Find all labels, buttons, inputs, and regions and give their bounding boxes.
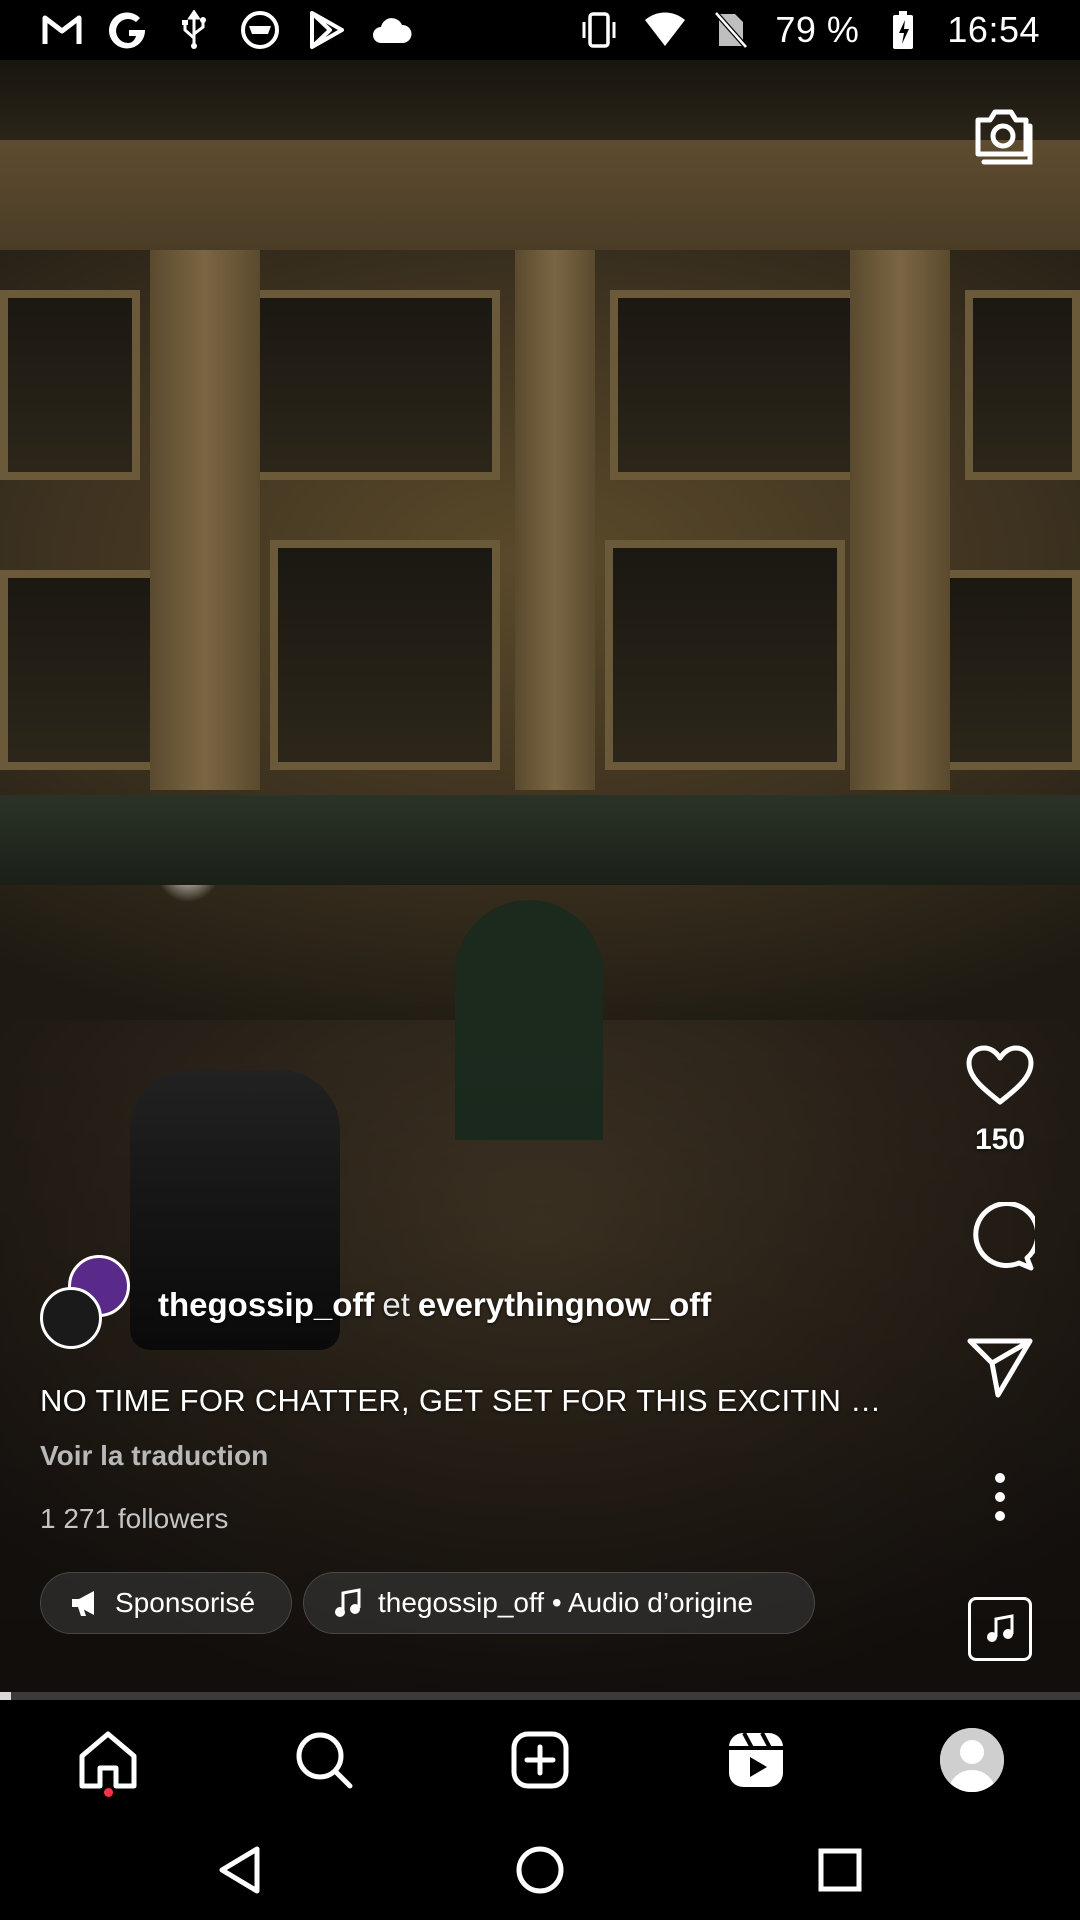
nav-profile[interactable] bbox=[927, 1715, 1017, 1805]
cloud-icon bbox=[370, 8, 414, 52]
video-progress-fill bbox=[0, 1692, 11, 1700]
nav-reels[interactable] bbox=[711, 1715, 801, 1805]
no-sim-icon bbox=[709, 8, 753, 52]
send-icon bbox=[967, 1338, 1033, 1398]
wifi-icon bbox=[643, 8, 687, 52]
like-button[interactable] bbox=[960, 1035, 1040, 1115]
bottom-nav bbox=[0, 1700, 1080, 1820]
camera-button[interactable] bbox=[968, 100, 1038, 170]
megaphone-icon bbox=[69, 1587, 101, 1619]
gmail-icon bbox=[40, 8, 84, 52]
battery-percent: 79 % bbox=[775, 9, 860, 50]
audio-label: thegossip_off • Audio d’origine bbox=[378, 1587, 754, 1618]
home-icon bbox=[79, 1731, 137, 1789]
avatar bbox=[40, 1287, 102, 1349]
nav-search[interactable] bbox=[279, 1715, 369, 1805]
system-back-button[interactable] bbox=[210, 1840, 270, 1900]
camera-icon bbox=[975, 109, 1033, 165]
usb-icon bbox=[172, 8, 216, 52]
reel-caption[interactable]: NO TIME FOR CHATTER, GET SET FOR THIS EX… bbox=[40, 1383, 940, 1419]
comment-button[interactable] bbox=[960, 1197, 1040, 1277]
author-primary-link[interactable]: thegossip_off bbox=[158, 1286, 374, 1323]
reels-icon bbox=[729, 1732, 783, 1787]
battery-charging-icon bbox=[881, 8, 925, 52]
reel-actions: 150 bbox=[950, 1035, 1050, 1661]
author-avatars[interactable] bbox=[40, 1255, 140, 1355]
comment-icon bbox=[973, 1202, 1035, 1271]
sponsored-pill[interactable]: Sponsorisé bbox=[40, 1572, 292, 1634]
nav-home[interactable] bbox=[63, 1715, 153, 1805]
more-vertical-icon bbox=[995, 1473, 1005, 1521]
share-button[interactable] bbox=[960, 1327, 1040, 1407]
search-icon bbox=[296, 1732, 353, 1789]
system-nav bbox=[0, 1820, 1080, 1920]
more-options-button[interactable] bbox=[960, 1457, 1040, 1537]
system-recents-button[interactable] bbox=[810, 1840, 870, 1900]
profile-avatar bbox=[940, 1728, 1004, 1792]
video-progress-bar[interactable] bbox=[0, 1692, 1080, 1700]
status-bar: 79 % 16:54 bbox=[0, 0, 1080, 60]
audio-pill[interactable]: thegossip_off • Audio d’origine bbox=[303, 1572, 815, 1634]
home-circle-icon bbox=[516, 1846, 564, 1894]
music-note-icon bbox=[987, 1614, 1014, 1642]
author-secondary-link[interactable]: everythingnow_off bbox=[418, 1286, 711, 1323]
music-note-icon bbox=[332, 1587, 364, 1619]
translate-link[interactable]: Voir la traduction bbox=[40, 1440, 268, 1472]
nav-create[interactable] bbox=[495, 1715, 585, 1805]
heart-icon bbox=[966, 1045, 1034, 1105]
author-names: thegossip_off et everythingnow_off bbox=[158, 1286, 711, 1324]
author-row[interactable]: thegossip_off et everythingnow_off bbox=[40, 1255, 711, 1355]
audio-thumbnail-button[interactable] bbox=[968, 1597, 1032, 1661]
vpn-icon bbox=[238, 8, 282, 52]
play-store-icon bbox=[304, 8, 348, 52]
notification-dot bbox=[104, 1788, 113, 1797]
followers-count: 1 271 followers bbox=[40, 1503, 229, 1534]
back-icon bbox=[219, 1846, 260, 1894]
create-icon bbox=[511, 1731, 569, 1789]
system-home-button[interactable] bbox=[510, 1840, 570, 1900]
vibrate-icon bbox=[577, 8, 621, 52]
clock: 16:54 bbox=[947, 9, 1040, 50]
google-icon bbox=[106, 8, 150, 52]
sponsored-label: Sponsorisé bbox=[115, 1587, 256, 1618]
like-count: 150 bbox=[974, 1123, 1026, 1156]
author-connector: et bbox=[382, 1286, 410, 1323]
recents-icon bbox=[818, 1848, 862, 1892]
profile-icon bbox=[940, 1728, 1004, 1792]
